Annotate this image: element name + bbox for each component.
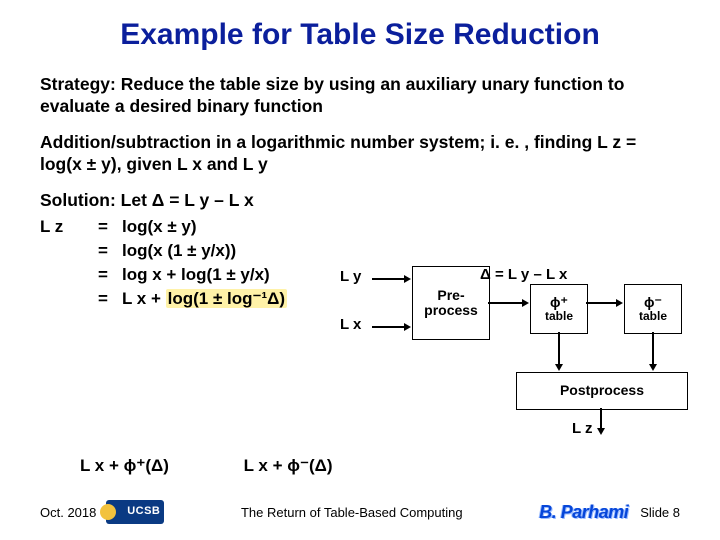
postprocess-box: Postprocess [516, 372, 688, 410]
deriv-eq: = [98, 217, 122, 237]
slide-number: Slide 8 [640, 505, 680, 520]
block-diagram: L y L x Pre- process Δ = L y – L x ϕ⁺ ta… [340, 272, 700, 462]
label-lz: L z [572, 420, 593, 437]
preprocess-box: Pre- process [412, 266, 490, 340]
deriv-line-4-highlight: log(1 ± log⁻¹Δ) [166, 289, 287, 308]
deriv-line-2: log(x (1 ± y/x)) [122, 241, 236, 261]
table-label: table [639, 310, 667, 323]
deriv-line-4: L x + log(1 ± log⁻¹Δ) [122, 289, 287, 309]
output-expressions: L x + ϕ⁺(Δ) L x + ϕ⁻(Δ) [80, 456, 333, 476]
page-title: Example for Table Size Reduction [40, 18, 680, 52]
deriv-eq: = [98, 265, 122, 285]
deriv-line-4-pre: L x + [122, 289, 166, 308]
solution-header: Solution: Let Δ = L y – L x [40, 190, 680, 212]
label-lx: L x [340, 316, 361, 333]
footer-date: Oct. 2018 [40, 505, 96, 520]
output-minus: L x + ϕ⁻(Δ) [244, 456, 333, 475]
deriv-line-3: log x + log(1 ± y/x) [122, 265, 270, 285]
ucsb-logo-text: UCSB [127, 505, 160, 517]
phi-plus-table: ϕ⁺ table [530, 284, 588, 334]
label-ly: L y [340, 268, 361, 285]
slide-footer: Oct. 2018 UCSB The Return of Table-Based… [40, 500, 680, 524]
phi-plus-label: ϕ⁺ [550, 295, 568, 310]
deriv-lhs: L z [40, 217, 98, 237]
deriv-eq: = [98, 289, 122, 309]
label-delta: Δ = L y – L x [480, 266, 567, 283]
phi-minus-label: ϕ⁻ [644, 295, 662, 310]
deriv-line-1: log(x ± y) [122, 217, 197, 237]
phi-minus-table: ϕ⁻ table [624, 284, 682, 334]
deriv-eq: = [98, 241, 122, 261]
strategy-text: Strategy: Reduce the table size by using… [40, 74, 680, 118]
footer-title: The Return of Table-Based Computing [241, 505, 463, 520]
output-plus: L x + ϕ⁺(Δ) [80, 456, 169, 476]
ucsb-logo: UCSB [106, 500, 164, 524]
problem-text: Addition/subtraction in a logarithmic nu… [40, 132, 680, 176]
table-label: table [545, 310, 573, 323]
author-name: B. Parhami [539, 502, 628, 523]
